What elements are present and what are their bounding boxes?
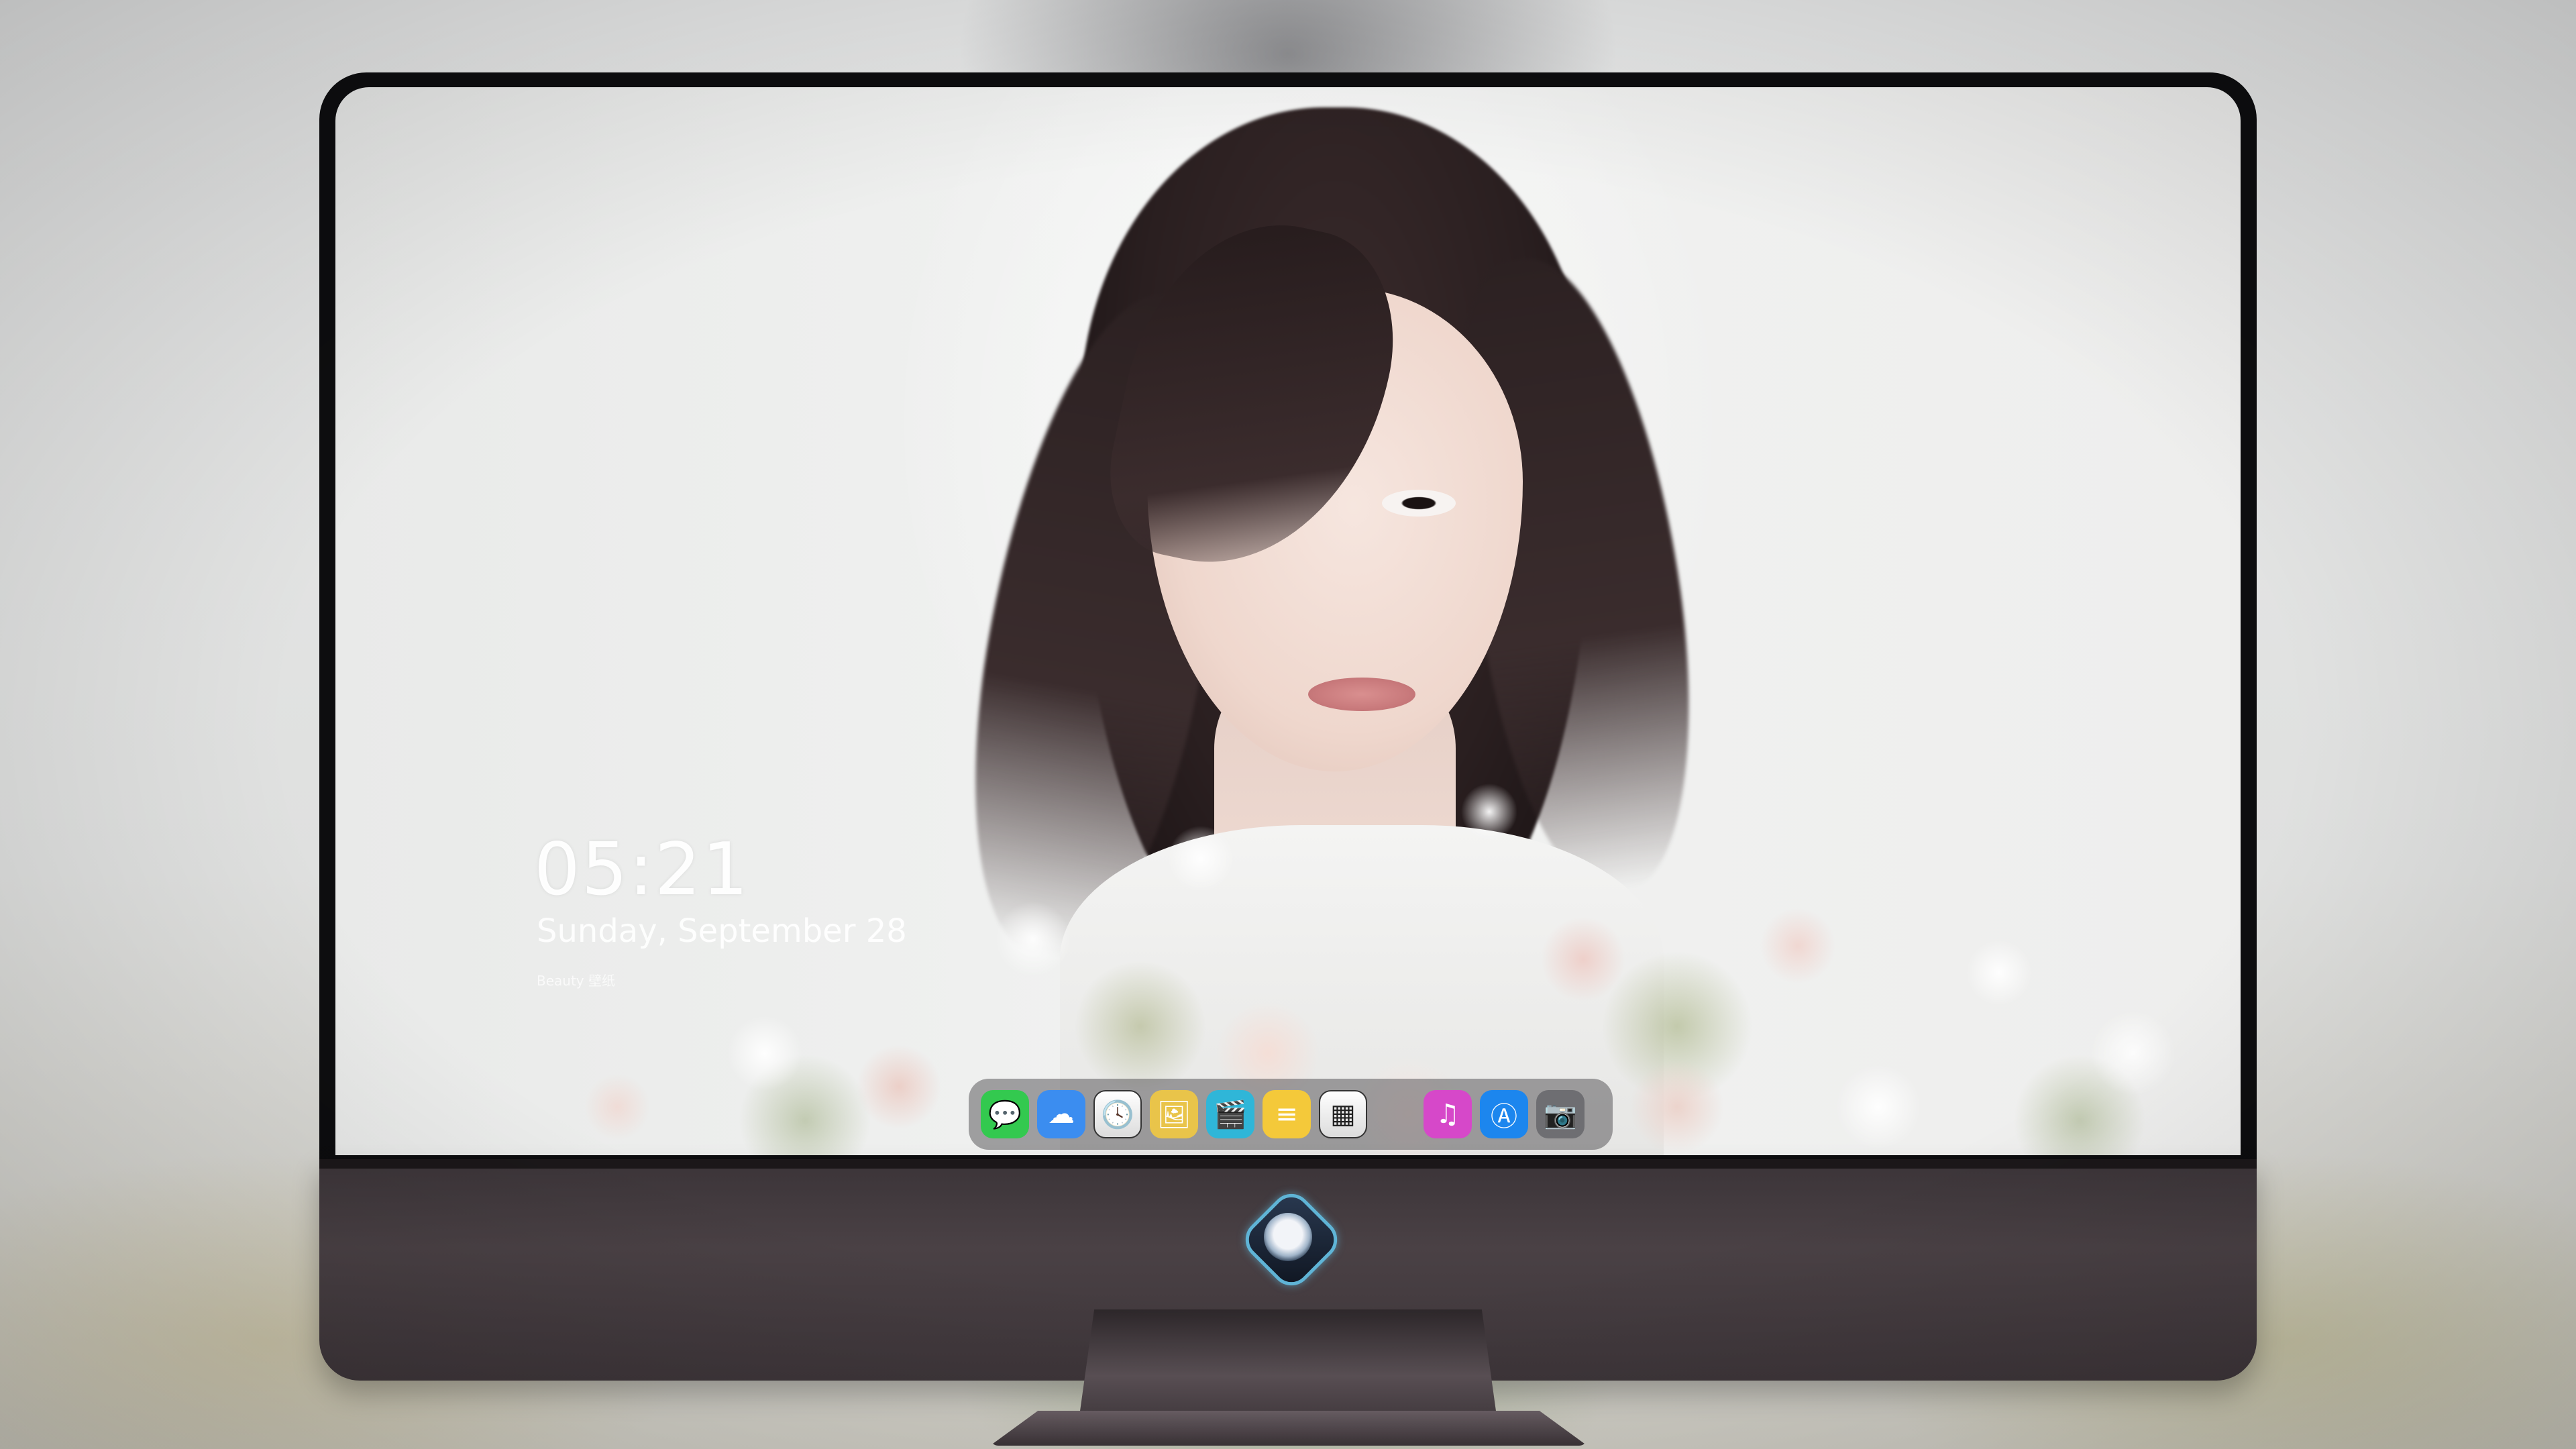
desktop-screen: 05:21 Sunday, September 28 Beauty 壁纸 💬 ☁… [335, 87, 2241, 1155]
clock-icon[interactable]: 🕓 [1093, 1090, 1142, 1138]
wallpaper-caption: Beauty 壁纸 [537, 973, 615, 989]
brand-logo-face-icon [1264, 1213, 1312, 1261]
photo-gallery-icon[interactable]: ▦ [1319, 1090, 1367, 1138]
messages-icon[interactable]: 💬 [981, 1090, 1029, 1138]
monitor-stand-base [990, 1411, 1587, 1446]
videos-icon[interactable]: 🎬 [1206, 1090, 1254, 1138]
app-store-icon[interactable]: Ⓐ [1480, 1090, 1528, 1138]
notes-icon[interactable]: ≡ [1263, 1090, 1311, 1138]
weather-icon[interactable]: ☁ [1037, 1090, 1085, 1138]
clock-widget-time: 05:21 [534, 828, 750, 912]
clock-widget-date: Sunday, September 28 [537, 912, 907, 950]
preview-icon[interactable]: 🖼 [1150, 1090, 1198, 1138]
wallpaper-lips [1308, 678, 1415, 711]
dock: 💬 ☁ 🕓 🖼 🎬 ≡ ▦ ♫ Ⓐ 📷 [969, 1079, 1613, 1150]
wallpaper-eye [1382, 490, 1456, 517]
monitor-chin-edge [319, 1159, 2257, 1169]
music-icon[interactable]: ♫ [1424, 1090, 1472, 1138]
monitor: 05:21 Sunday, September 28 Beauty 壁纸 💬 ☁… [319, 72, 2257, 1446]
camera-icon[interactable]: 📷 [1536, 1090, 1585, 1138]
